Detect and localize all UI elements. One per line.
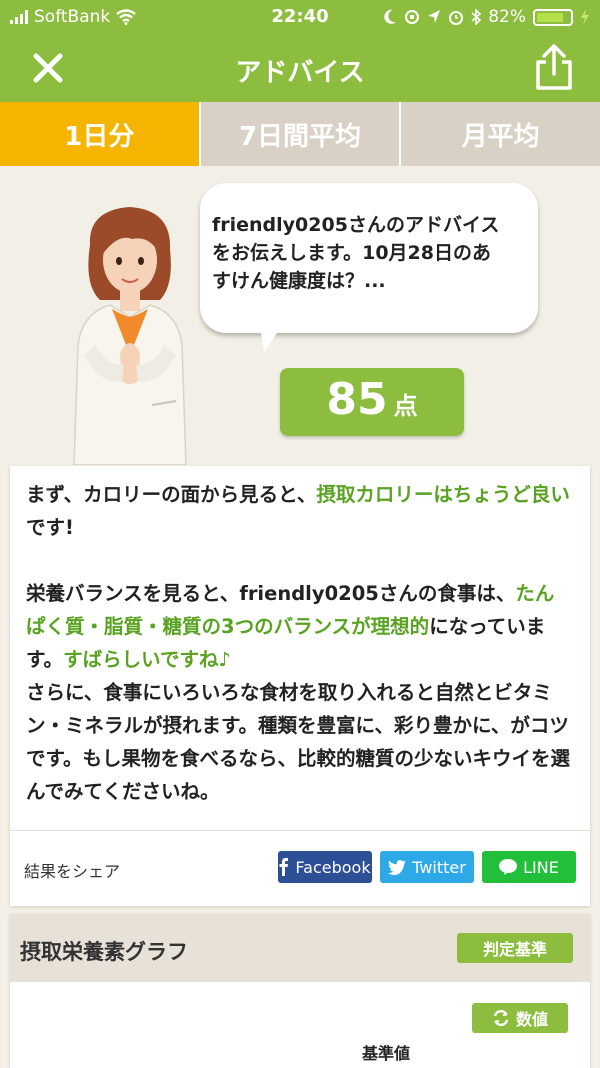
graph-header: 摂取栄養素グラフ 判定基準	[10, 914, 590, 982]
twitter-share-button[interactable]: Twitter	[380, 851, 474, 883]
bubble-line: friendly0205さんのアドバイス	[212, 214, 500, 236]
battery-fill	[537, 12, 564, 22]
alarm-icon	[449, 11, 464, 25]
advisor-illustration	[73, 207, 187, 465]
score-value: 85	[326, 374, 388, 425]
bluetooth-icon	[471, 9, 482, 25]
status-bar: SoftBank 22:40 82%	[0, 0, 600, 34]
share-icon[interactable]	[532, 42, 576, 92]
share-bar: 結果をシェア Facebook Twitter LINE	[10, 830, 590, 906]
charging-icon	[581, 9, 589, 25]
score-unit: 点	[393, 392, 418, 420]
text-segment: です!	[26, 516, 74, 539]
advice-paragraph-calorie: まず、カロリーの面から見ると、摂取カロリーはちょうど良いです!	[26, 478, 572, 544]
text-segment: 栄養バランスを見ると、friendly0205さんの食事は、	[26, 582, 516, 605]
location-icon	[428, 10, 441, 23]
twitter-label: Twitter	[412, 857, 466, 877]
nav-bar: アドバイス	[0, 34, 600, 102]
line-icon	[499, 859, 518, 875]
advice-speech-bubble: friendly0205さんのアドバイス をお伝えします。10月28日のあ すけ…	[200, 183, 538, 333]
tab-7day-average[interactable]: 7日間平均	[201, 102, 402, 166]
advice-card: まず、カロリーの面から見ると、摂取カロリーはちょうど良いです! 栄養バランスを見…	[10, 466, 590, 906]
tab-1day[interactable]: 1日分	[0, 102, 201, 166]
advice-text: まず、カロリーの面から見ると、摂取カロリーはちょうど良いです! 栄養バランスを見…	[10, 466, 590, 808]
highlight-text: すばらしいですね♪	[63, 648, 231, 671]
facebook-icon	[279, 858, 289, 876]
line-share-button[interactable]: LINE	[482, 851, 576, 883]
moon-icon	[384, 9, 397, 24]
battery-percent: 82%	[488, 7, 526, 27]
highlight-text: 摂取カロリーはちょうど良い	[316, 483, 570, 506]
period-tabs: 1日分 7日間平均 月平均	[0, 102, 600, 166]
line-label: LINE	[523, 857, 559, 877]
page-title: アドバイス	[235, 58, 365, 88]
advice-paragraph-vitamin: さらに、食事にいろいろな食材を取り入れると自然とビタミン・ミネラルが摂れます。種…	[26, 681, 571, 803]
graph-title: 摂取栄養素グラフ	[20, 940, 188, 964]
judgement-criteria-button[interactable]: 判定基準	[457, 933, 573, 963]
health-score-badge: 85 点	[280, 368, 464, 436]
show-values-label: 数値	[515, 1010, 548, 1029]
facebook-share-button[interactable]: Facebook	[278, 851, 372, 883]
bubble-line: をお伝えします。10月28日のあ	[212, 242, 491, 264]
reference-value-label: 基準値	[362, 1044, 411, 1063]
facebook-label: Facebook	[295, 857, 371, 877]
text-segment: まず、カロリーの面から見ると、	[26, 483, 317, 506]
refresh-icon	[493, 1009, 509, 1027]
share-label: 結果をシェア	[24, 862, 121, 881]
twitter-icon	[388, 859, 407, 875]
show-values-button[interactable]: 数値	[472, 1003, 568, 1033]
rotation-lock-icon	[405, 10, 420, 24]
tab-monthly-average[interactable]: 月平均	[401, 102, 600, 166]
battery-icon	[533, 8, 573, 26]
bubble-line: すけん健康度は？...	[212, 270, 386, 292]
nutrient-graph-section: 摂取栄養素グラフ 判定基準 数値 基準値	[10, 914, 590, 1068]
advice-paragraph-balance: 栄養バランスを見ると、friendly0205さんの食事は、たんぱく質・脂質・糖…	[26, 577, 572, 676]
bubble-tail	[260, 325, 282, 353]
